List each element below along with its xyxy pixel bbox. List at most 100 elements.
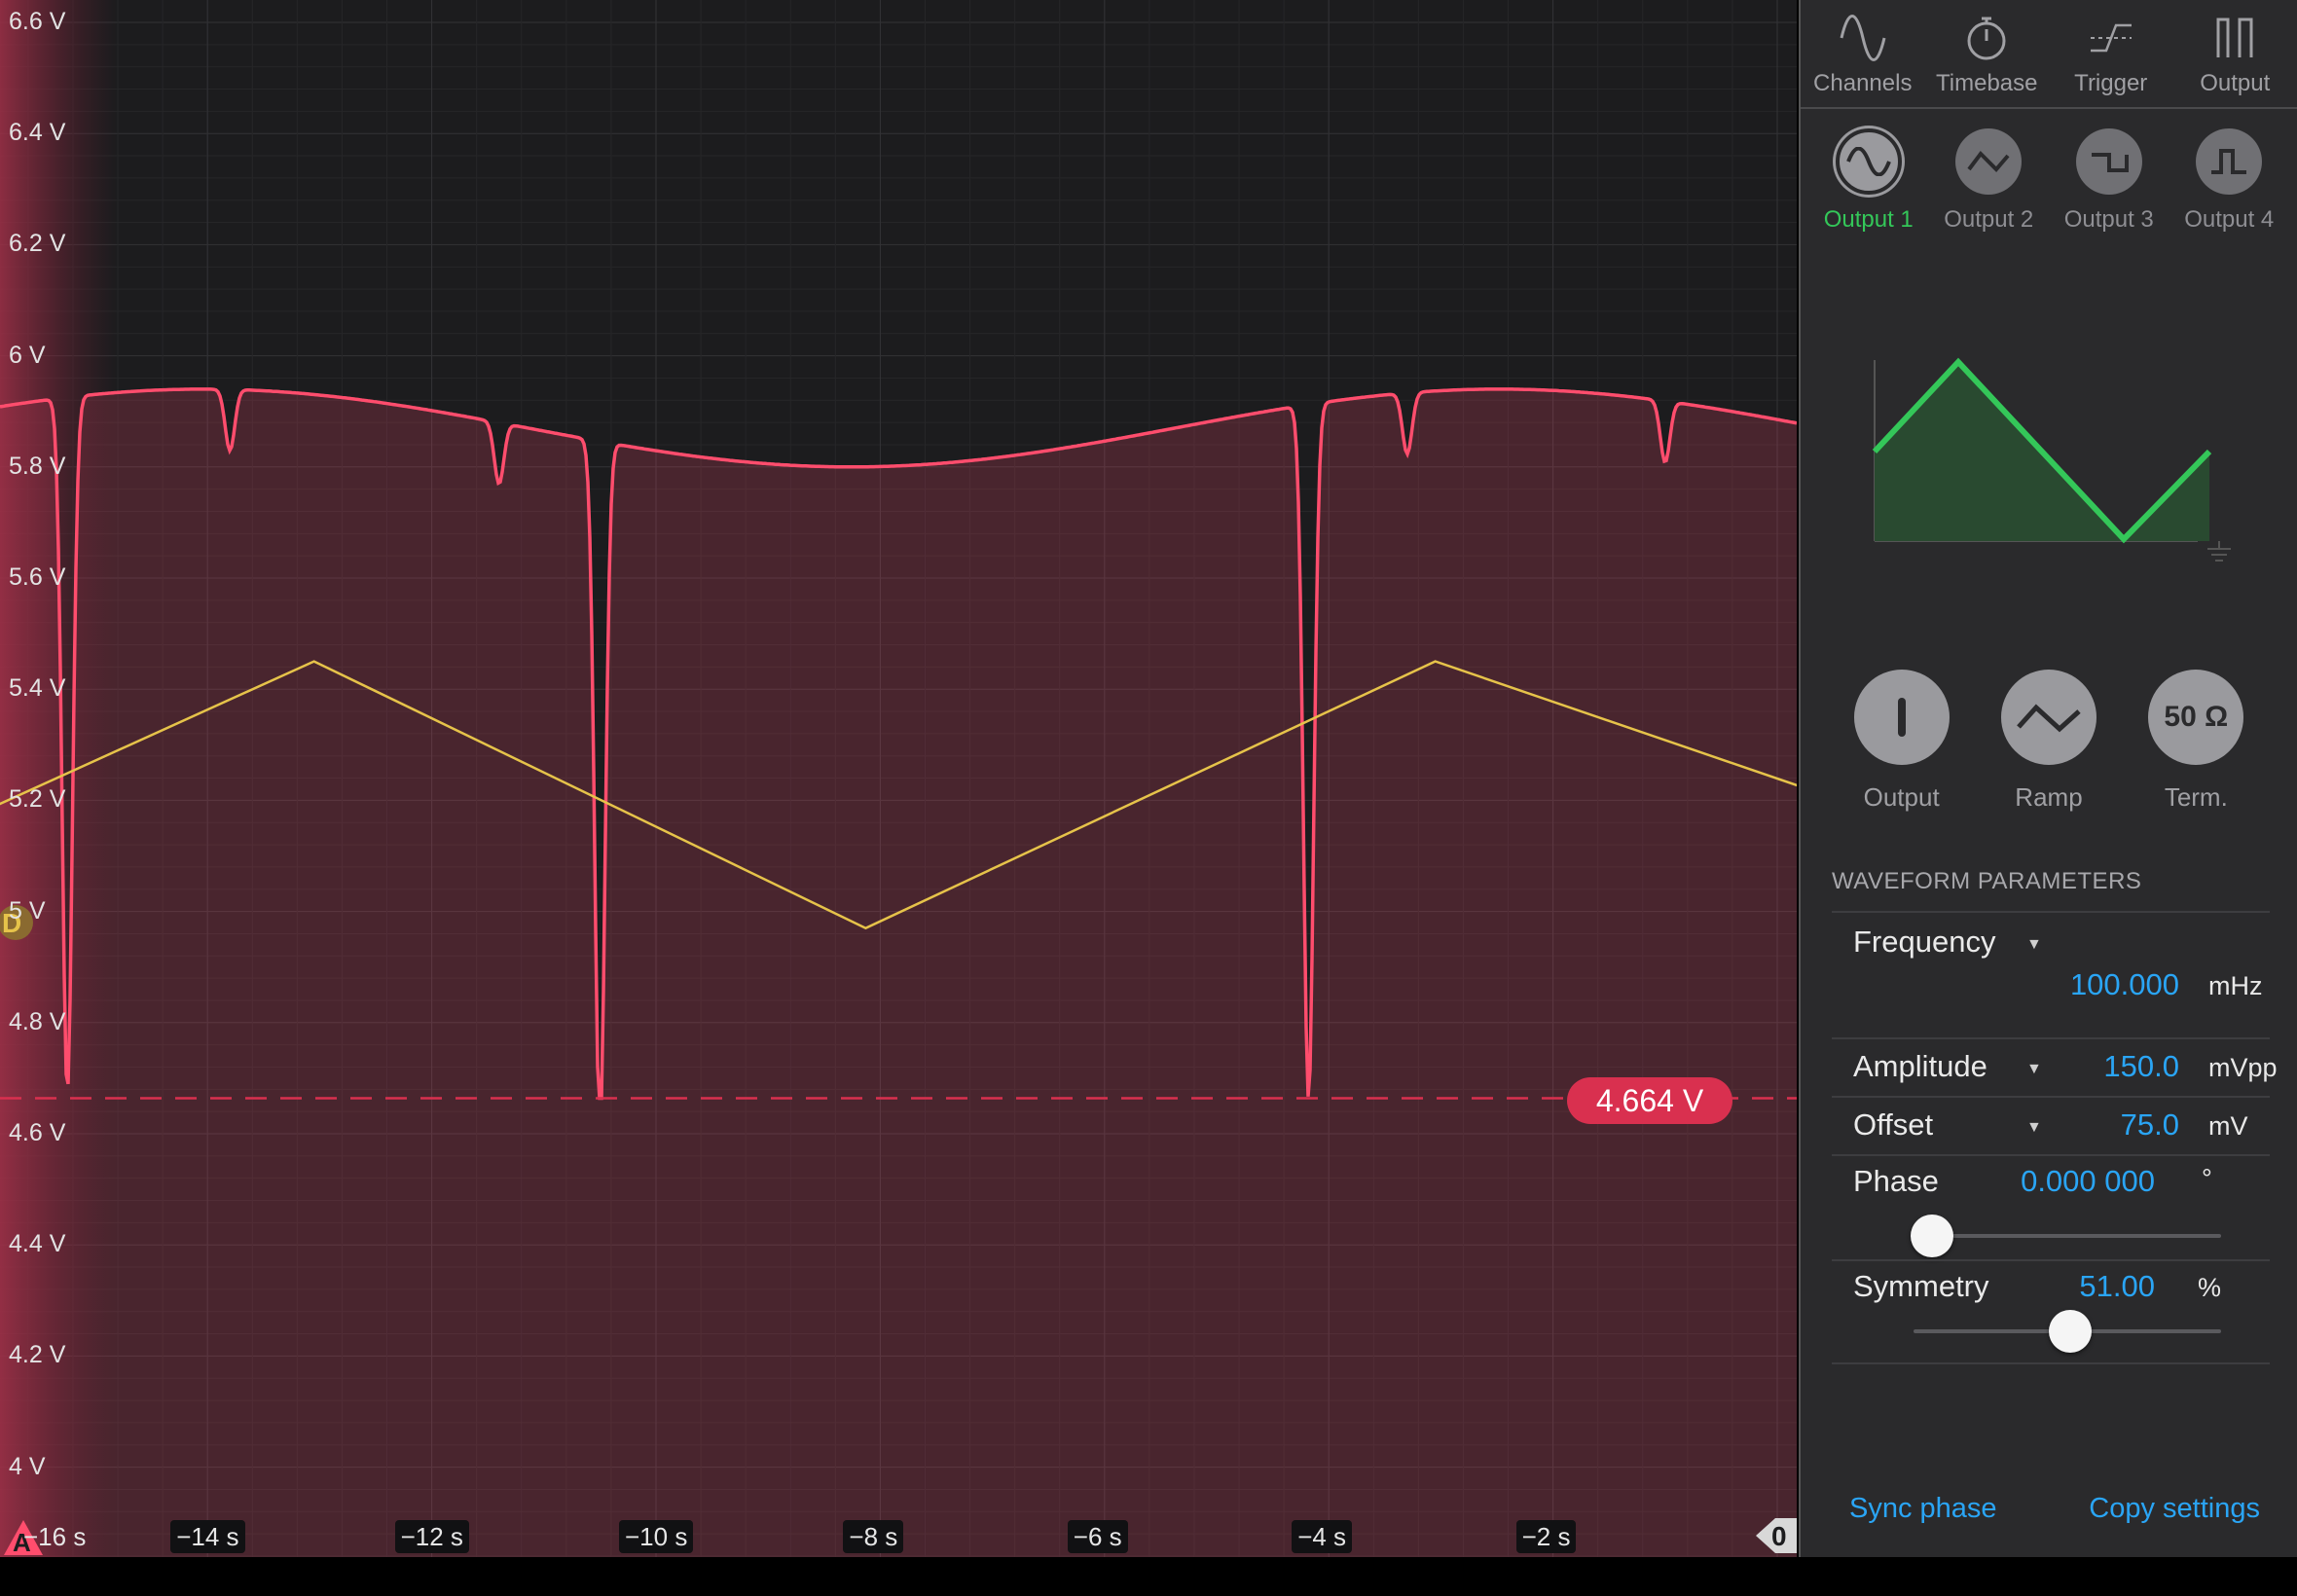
zero-marker-label: 0 bbox=[1771, 1521, 1787, 1551]
y-axis-label: 6.4 V bbox=[9, 119, 66, 147]
chevron-down-icon[interactable]: ▼ bbox=[2026, 1119, 2042, 1137]
output-label: Output 3 bbox=[2063, 206, 2154, 233]
control-panel: Channels Timebase Trigger Output Output … bbox=[1799, 0, 2297, 1557]
y-axis-label: 6.2 V bbox=[9, 230, 66, 258]
phase-slider-knob[interactable] bbox=[1910, 1215, 1953, 1257]
x-axis-label: −12 s bbox=[394, 1520, 469, 1553]
x-axis-label: −8 s bbox=[843, 1520, 904, 1553]
x-axis-label: −14 s bbox=[170, 1520, 245, 1553]
amplitude-label: Amplitude bbox=[1853, 1049, 1987, 1083]
copy-settings-link[interactable]: Copy settings bbox=[2089, 1493, 2260, 1525]
sync-phase-link[interactable]: Sync phase bbox=[1849, 1493, 1997, 1525]
waveform-type-button[interactable]: Ramp bbox=[1981, 670, 2117, 813]
frequency-label: Frequency bbox=[1853, 925, 1996, 959]
top-tabs: Channels Timebase Trigger Output bbox=[1801, 0, 2297, 109]
symmetry-value[interactable]: 51.00 bbox=[2079, 1269, 2155, 1304]
sine-wave-icon bbox=[1845, 147, 1891, 176]
output-1-circle bbox=[1835, 128, 1902, 195]
phase-value[interactable]: 0.000 000 bbox=[2021, 1164, 2155, 1199]
tab-trigger[interactable]: Trigger bbox=[2049, 0, 2173, 107]
tab-label: Channels bbox=[1813, 70, 1913, 96]
y-axis-label: 5 V bbox=[9, 896, 46, 925]
y-axis-label: 4 V bbox=[9, 1452, 46, 1480]
plot-canvas[interactable]: DA 0 bbox=[0, 0, 1797, 1557]
y-axis-label: 4.8 V bbox=[9, 1007, 66, 1035]
tab-timebase[interactable]: Timebase bbox=[1925, 0, 2050, 107]
sine-wave-icon bbox=[1840, 15, 1886, 61]
waveform-preview bbox=[1872, 357, 2231, 562]
tab-channels[interactable]: Channels bbox=[1801, 0, 1925, 107]
amplitude-unit: mVpp bbox=[2208, 1053, 2278, 1082]
offset-label: Offset bbox=[1853, 1107, 1934, 1142]
section-title: WAVEFORM PARAMETERS bbox=[1832, 868, 2142, 894]
offset-value[interactable]: 75.0 bbox=[2121, 1107, 2179, 1143]
symmetry-label: Symmetry bbox=[1853, 1269, 1989, 1303]
output-3-button[interactable]: Output 3 bbox=[2052, 128, 2167, 234]
output-1-button[interactable]: Output 1 bbox=[1811, 128, 1926, 234]
termination-value: 50 Ω bbox=[2148, 670, 2244, 765]
y-axis-label: 4.2 V bbox=[9, 1341, 66, 1369]
control-label: Term. bbox=[2164, 782, 2228, 812]
x-axis-label: −2 s bbox=[1515, 1520, 1577, 1553]
y-axis-label: 6.6 V bbox=[9, 8, 66, 35]
y-axis-label: 5.6 V bbox=[9, 563, 66, 591]
y-axis-label: 4.6 V bbox=[9, 1119, 66, 1146]
phase-unit: ° bbox=[2202, 1164, 2212, 1193]
tab-label: Trigger bbox=[2074, 70, 2148, 96]
output-selector: Output 1 Output 2 Output 3 Output 4 bbox=[1801, 109, 2297, 234]
trigger-edge-icon bbox=[2090, 23, 2132, 53]
output-4-circle bbox=[2196, 128, 2263, 195]
output-label: Output 4 bbox=[2184, 206, 2275, 233]
control-label: Ramp bbox=[2015, 782, 2083, 812]
tab-label: Timebase bbox=[1936, 70, 2038, 96]
power-toggle-icon bbox=[1853, 670, 1950, 765]
y-axis-label: 5.2 V bbox=[9, 785, 66, 814]
termination-button[interactable]: 50 Ω Term. bbox=[2128, 670, 2264, 813]
tab-output[interactable]: Output bbox=[2173, 0, 2297, 107]
frequency-unit: mHz bbox=[2208, 971, 2263, 1000]
chevron-down-icon[interactable]: ▼ bbox=[2026, 1061, 2042, 1078]
y-axis-label: 6 V bbox=[9, 341, 46, 369]
channel-a-fill bbox=[0, 388, 1797, 1557]
x-axis-label: −6 s bbox=[1067, 1520, 1128, 1553]
symmetry-slider-knob[interactable] bbox=[2049, 1310, 2093, 1353]
waveform-parameters: Frequency ▼ 100.000 mHz Amplitude ▼ 150.… bbox=[1832, 911, 2278, 1364]
cursor-value-badge[interactable]: 4.664 V bbox=[1567, 1077, 1732, 1124]
y-axis-label: 5.8 V bbox=[9, 452, 66, 480]
output-4-button[interactable]: Output 4 bbox=[2171, 128, 2286, 234]
oscilloscope-plot[interactable]: DA0 6.6 V 6.4 V 6.2 V 6 V 5.8 V 5.6 V 5.4 V 5.2… bbox=[0, 0, 1797, 1557]
frequency-row[interactable]: Frequency ▼ 100.000 mHz bbox=[1832, 911, 2270, 1037]
offset-unit: mV bbox=[2208, 1111, 2248, 1141]
phase-slider-track[interactable] bbox=[1914, 1234, 2221, 1238]
frequency-value[interactable]: 100.000 bbox=[2070, 967, 2179, 1002]
x-axis-label: −10 s bbox=[619, 1520, 694, 1553]
amplitude-value[interactable]: 150.0 bbox=[2103, 1049, 2179, 1084]
output-label: Output 2 bbox=[1944, 206, 2034, 233]
y-axis-label: 4.4 V bbox=[9, 1230, 66, 1258]
stopwatch-icon bbox=[1967, 17, 2006, 60]
pulse-wave-icon bbox=[2211, 149, 2247, 174]
chevron-down-icon[interactable]: ▼ bbox=[2026, 936, 2042, 954]
amplitude-row[interactable]: Amplitude ▼ 150.0 mVpp bbox=[1832, 1037, 2278, 1096]
phase-row: Phase 0.000 000 ° bbox=[1832, 1154, 2270, 1259]
output-2-button[interactable]: Output 2 bbox=[1931, 128, 2046, 234]
x-axis-label: −16 s bbox=[23, 1522, 87, 1551]
output-3-circle bbox=[2075, 128, 2142, 195]
output-controls: Output Ramp 50 Ω Term. bbox=[1801, 670, 2297, 813]
x-axis-label: −4 s bbox=[1292, 1520, 1353, 1553]
bottom-bar bbox=[0, 1557, 2297, 1596]
symmetry-unit: % bbox=[2198, 1273, 2222, 1302]
output-label: Output 1 bbox=[1823, 206, 1914, 233]
pulse-output-icon bbox=[2216, 18, 2253, 57]
control-label: Output bbox=[1863, 782, 1940, 812]
phase-label: Phase bbox=[1853, 1164, 1939, 1198]
y-axis-label: 5.4 V bbox=[9, 674, 66, 703]
ground-icon bbox=[2207, 541, 2231, 562]
output-toggle[interactable]: Output bbox=[1834, 670, 1970, 813]
offset-row[interactable]: Offset ▼ 75.0 mV bbox=[1832, 1096, 2270, 1154]
square-wave-icon bbox=[2091, 153, 2129, 172]
tab-label: Output bbox=[2200, 70, 2271, 96]
symmetry-row: Symmetry 51.00 % bbox=[1832, 1259, 2270, 1364]
ramp-wave-icon bbox=[2000, 670, 2096, 765]
output-2-circle bbox=[1955, 128, 2023, 195]
